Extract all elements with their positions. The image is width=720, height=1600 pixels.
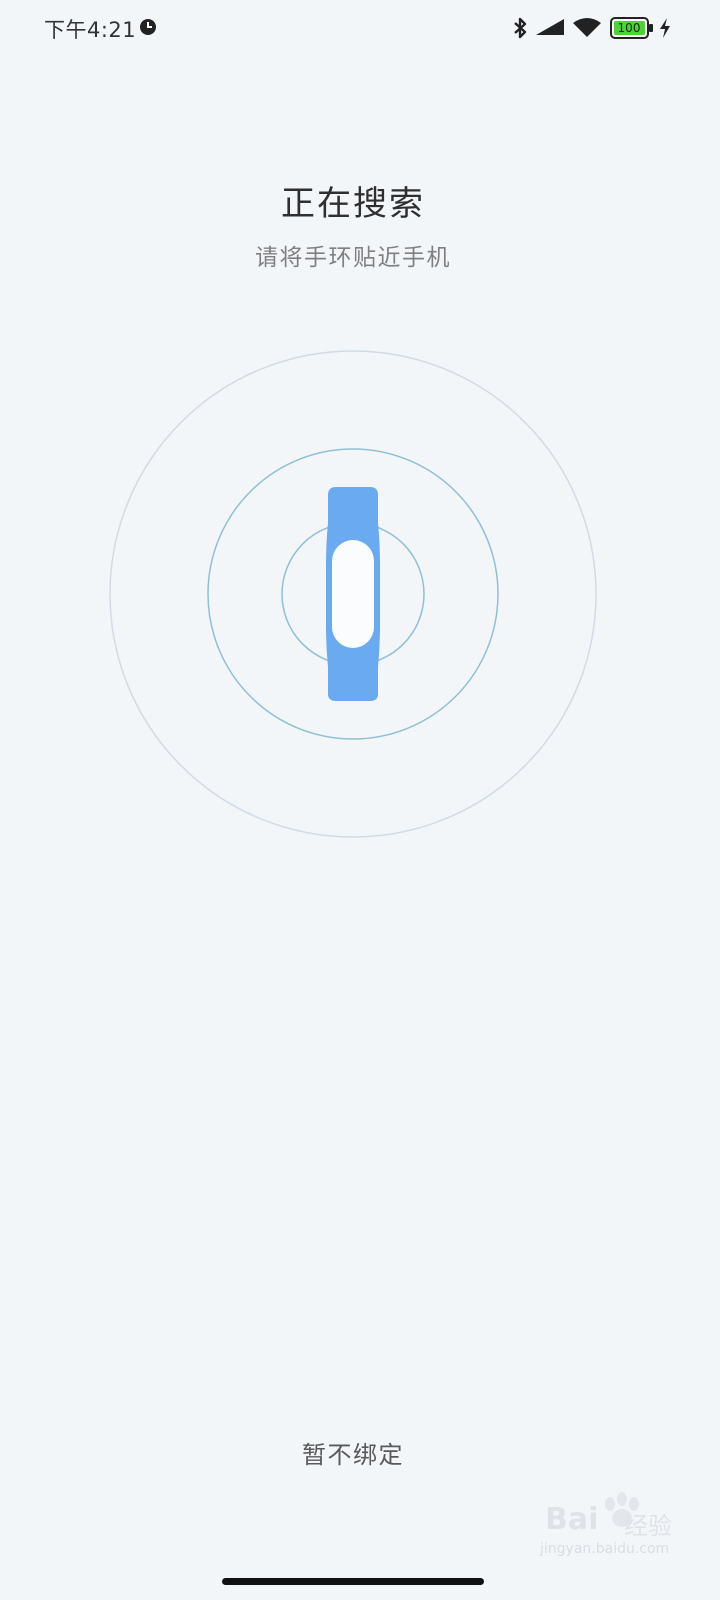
status-time: 下午4:21 [44,18,137,42]
home-indicator[interactable] [222,1578,484,1585]
wifi-icon [573,18,601,37]
page-subtitle: 请将手环贴近手机 [255,245,451,271]
band-icon [326,487,380,701]
charging-icon [660,18,670,38]
watermark-brand-cn: 经验 [624,1512,672,1540]
watermark-brand: Bai [545,1502,599,1537]
status-bar: 下午4:21 100 [0,0,720,56]
alarm-icon [140,19,156,35]
watermark-url: jingyan.baidu.com [540,1541,670,1557]
page-title: 正在搜索 [281,184,425,224]
signal-icon [536,19,564,35]
bluetooth-icon [514,17,527,39]
battery-level: 100 [617,21,641,35]
skip-binding-button[interactable]: 暂不绑定 [253,1430,453,1480]
search-radar [109,350,597,838]
